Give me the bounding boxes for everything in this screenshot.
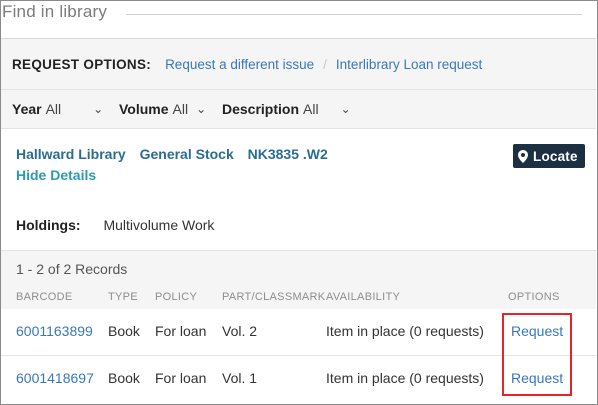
records-summary-bar: 1 - 2 of 2 Records — [1, 250, 596, 288]
items-table: BARCODE TYPE POLICY PART/CLASSMARK AVAIL… — [1, 287, 596, 402]
year-filter-label: Year — [12, 101, 42, 117]
table-row: 6001163899 Book For loan Vol. 2 Item in … — [1, 309, 596, 355]
description-filter-value: All — [303, 101, 319, 117]
item-availability: Item in place (0 requests) — [326, 370, 484, 386]
library-panel: REQUEST OPTIONS: Request a different iss… — [1, 38, 596, 405]
holdings-value: Multivolume Work — [103, 217, 215, 233]
chevron-down-icon: ⌄ — [340, 102, 351, 116]
year-filter[interactable]: Year All ⌄ — [12, 101, 103, 117]
holding-collection: General Stock — [139, 146, 234, 162]
filters-bar: Year All ⌄ Volume All ⌄ Description All … — [1, 89, 596, 129]
header-policy: POLICY — [155, 291, 198, 303]
request-options-bar: REQUEST OPTIONS: Request a different iss… — [1, 39, 596, 89]
header-availability: AVAILABILITY — [326, 291, 401, 303]
locate-label: Locate — [533, 148, 578, 164]
volume-filter-label: Volume — [119, 101, 169, 117]
table-header: BARCODE TYPE POLICY PART/CLASSMARK AVAIL… — [1, 287, 596, 309]
item-type: Book — [108, 323, 140, 339]
request-link[interactable]: Request — [511, 323, 563, 339]
year-filter-value: All — [45, 101, 62, 117]
interlibrary-loan-link[interactable]: Interlibrary Loan request — [336, 57, 482, 72]
table-row: 6001418697 Book For loan Vol. 1 Item in … — [1, 355, 596, 402]
barcode-link[interactable]: 6001163899 — [16, 323, 93, 339]
chevron-down-icon: ⌄ — [93, 102, 104, 116]
locate-button[interactable]: Locate — [513, 144, 585, 168]
map-pin-icon — [518, 149, 528, 163]
item-policy: For loan — [155, 370, 207, 386]
link-separator: / — [323, 56, 327, 72]
request-different-issue-link[interactable]: Request a different issue — [165, 57, 314, 72]
holding-library: Hallward Library — [16, 146, 126, 162]
description-filter[interactable]: Description All ⌄ — [222, 101, 351, 117]
item-availability: Item in place (0 requests) — [326, 323, 484, 339]
volume-filter[interactable]: Volume All ⌄ — [119, 101, 206, 117]
holding-location: Hallward Library General Stock NK3835 .W… — [16, 146, 338, 162]
records-count: 1 - 2 of 2 Records — [16, 261, 128, 277]
header-part-classmark: PART/CLASSMARK — [222, 291, 326, 303]
item-policy: For loan — [155, 323, 207, 339]
barcode-link[interactable]: 6001418697 — [16, 370, 94, 386]
request-options-label: REQUEST OPTIONS: — [12, 56, 152, 72]
item-part: Vol. 2 — [222, 323, 258, 339]
header-type: TYPE — [108, 291, 138, 303]
hide-details-link[interactable]: Hide Details — [16, 167, 96, 183]
description-filter-label: Description — [222, 101, 300, 117]
section-title: Find in library — [2, 2, 108, 21]
item-type: Book — [108, 370, 140, 386]
request-link[interactable]: Request — [511, 370, 563, 386]
title-divider — [126, 14, 582, 15]
header-options: OPTIONS — [508, 291, 560, 303]
volume-filter-value: All — [172, 101, 189, 117]
chevron-down-icon: ⌄ — [196, 102, 207, 116]
header-barcode: BARCODE — [16, 291, 73, 303]
holdings-label: Holdings: — [16, 217, 81, 233]
item-part: Vol. 1 — [222, 370, 258, 386]
holdings-info: Holdings: Multivolume Work — [16, 217, 214, 233]
holding-call-number: NK3835 .W2 — [247, 146, 328, 162]
